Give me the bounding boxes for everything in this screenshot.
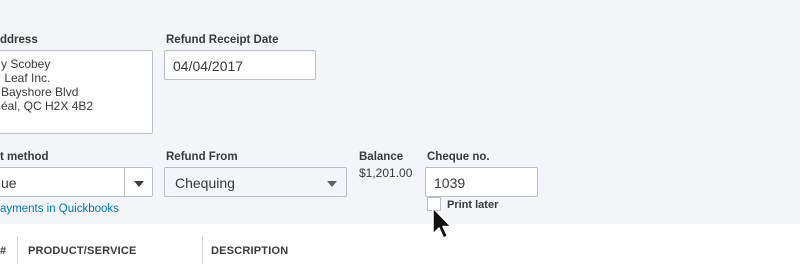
billing-address-label: ddress — [0, 34, 38, 46]
refund-from-label: Refund From — [166, 151, 238, 163]
refund-receipt-date-label: Refund Receipt Date — [166, 34, 279, 46]
mouse-pointer-icon — [432, 207, 452, 239]
refund-from-dropdown-button[interactable] — [318, 168, 346, 196]
column-header-product-service: PRODUCT/SERVICE — [28, 245, 137, 257]
payment-method-label: t method — [0, 151, 49, 163]
cheque-no-value: 1039 — [434, 175, 466, 191]
refund-from-select[interactable]: Chequing — [164, 167, 347, 197]
payment-method-dropdown-button[interactable] — [124, 168, 152, 196]
column-header-number: # — [0, 245, 7, 257]
refund-receipt-date-value: 04/04/2017 — [173, 58, 244, 74]
address-line-2: Leaf Inc. — [1, 71, 51, 85]
column-divider — [17, 236, 18, 264]
chevron-down-icon — [327, 181, 337, 187]
billing-address-textarea[interactable]: y Scobey Leaf Inc. Bayshore Blvd éal, QC… — [0, 50, 153, 134]
payment-method-select[interactable]: ue — [0, 167, 153, 197]
payments-in-quickbooks-link[interactable]: ayments in Quickbooks — [0, 203, 119, 215]
refund-receipt-date-input[interactable]: 04/04/2017 — [164, 50, 316, 80]
payment-method-value: ue — [1, 175, 17, 191]
column-divider — [202, 236, 203, 264]
column-header-description: DESCRIPTION — [211, 245, 289, 257]
line-items-table-header: # PRODUCT/SERVICE DESCRIPTION — [0, 224, 800, 264]
balance-label: Balance — [359, 151, 404, 163]
address-line-3: Bayshore Blvd — [1, 85, 79, 99]
cheque-no-label: Cheque no. — [427, 151, 490, 163]
address-line-1: y Scobey — [1, 57, 51, 71]
address-line-4: éal, QC H2X 4B2 — [1, 99, 94, 113]
balance-value: $1,201.00 — [359, 166, 413, 180]
cheque-no-input[interactable]: 1039 — [425, 167, 538, 197]
refund-from-value: Chequing — [175, 175, 235, 191]
chevron-down-icon — [134, 181, 144, 187]
